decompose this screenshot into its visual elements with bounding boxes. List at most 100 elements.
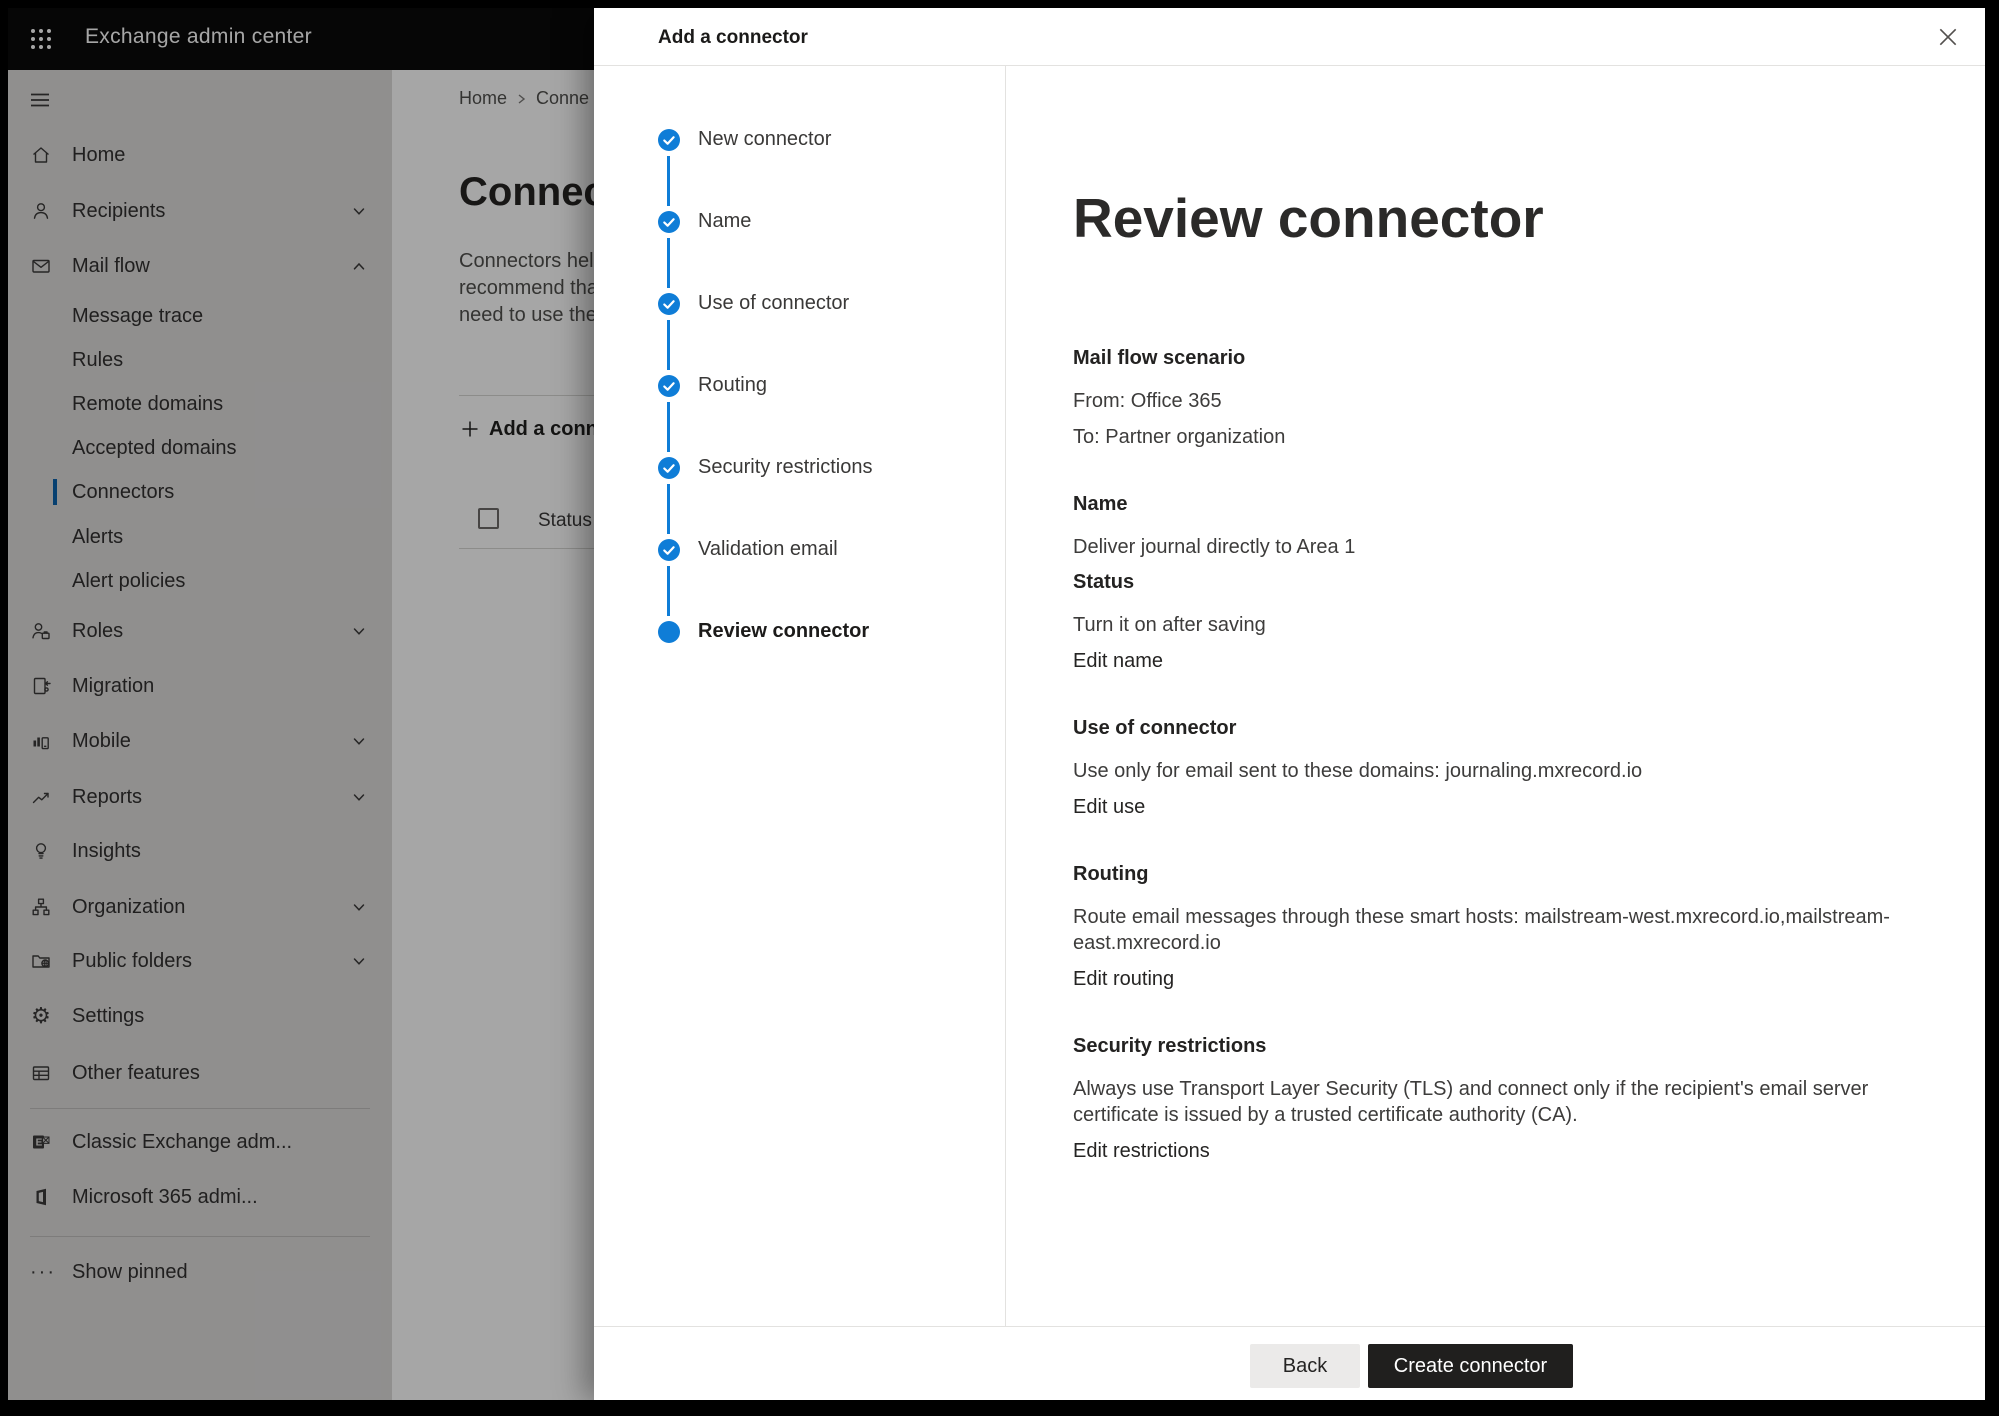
routing-line: Route email messages through these smart…: [1073, 904, 1903, 930]
breadcrumb-current-link[interactable]: Conne: [536, 88, 589, 109]
sidebar-item-alerts[interactable]: Alerts: [8, 519, 392, 555]
wizard-step-name[interactable]: Name: [594, 211, 994, 233]
sidebar-item-settings[interactable]: ⚙ Settings: [8, 998, 392, 1034]
wizard-step-validation-email[interactable]: Validation email: [594, 539, 994, 561]
mobile-icon: [30, 730, 52, 752]
wizard-divider: [1005, 65, 1006, 1326]
page-intro: Connectors help recommend that need to u…: [459, 248, 605, 329]
sidebar-item-alert-policies[interactable]: Alert policies: [8, 563, 392, 599]
wizard-step-security-restrictions[interactable]: Security restrictions: [594, 457, 994, 479]
close-icon[interactable]: [1935, 24, 1961, 50]
intro-line: Connectors help: [459, 248, 605, 275]
sidebar-item-microsoft-365-admin[interactable]: Microsoft 365 admi...: [8, 1179, 392, 1215]
sidebar-item-rules[interactable]: Rules: [8, 342, 392, 378]
step-connector-line: [667, 320, 670, 370]
section-use-of-connector: Use of connector Use only for email sent…: [1073, 716, 1903, 820]
sidebar-item-connectors[interactable]: Connectors: [8, 474, 392, 510]
chevron-down-icon: [352, 954, 366, 968]
lightbulb-icon: [30, 840, 52, 862]
sidebar-item-mail-flow[interactable]: Mail flow: [8, 248, 392, 284]
sidebar-item-recipients[interactable]: Recipients: [8, 193, 392, 229]
edit-name-link[interactable]: Edit name: [1073, 648, 1903, 674]
wizard-step-review-connector[interactable]: Review connector: [594, 621, 994, 643]
routing-value: Route email messages through these smart…: [1073, 904, 1903, 956]
use-of-connector-value: Use only for email sent to these domains…: [1073, 758, 1903, 784]
sidebar-item-mobile[interactable]: Mobile: [8, 723, 392, 759]
sidebar-item-show-pinned[interactable]: ··· Show pinned: [8, 1254, 392, 1290]
connector-name-value: Deliver journal directly to Area 1: [1073, 534, 1903, 560]
step-connector-line: [667, 156, 670, 206]
section-heading: Status: [1073, 570, 1903, 594]
reports-icon: [30, 786, 52, 808]
add-connector-dialog: Add a connector New connector Name Use o…: [594, 8, 1985, 1400]
folder-globe-icon: [30, 950, 52, 972]
grid-table-icon: [30, 1062, 52, 1084]
wizard-step-new-connector[interactable]: New connector: [594, 129, 994, 151]
hamburger-menu-icon[interactable]: [28, 88, 52, 112]
sidebar-item-reports[interactable]: Reports: [8, 779, 392, 815]
section-heading: Use of connector: [1073, 716, 1903, 740]
person-icon: [30, 200, 52, 222]
sidebar-item-accepted-domains[interactable]: Accepted domains: [8, 430, 392, 466]
section-routing: Routing Route email messages through the…: [1073, 862, 1903, 992]
roles-icon: [30, 620, 52, 642]
select-all-checkbox[interactable]: [478, 508, 499, 529]
step-complete-icon: [658, 375, 680, 397]
mail-flow-from: From: Office 365: [1073, 388, 1903, 414]
mail-flow-to: To: Partner organization: [1073, 424, 1903, 450]
review-title: Review connector: [1073, 186, 1903, 250]
status-value: Turn it on after saving: [1073, 612, 1903, 638]
step-complete-icon: [658, 293, 680, 315]
chevron-down-icon: [352, 900, 366, 914]
add-connector-button[interactable]: Add a conn: [459, 414, 598, 444]
svg-text:E: E: [36, 1138, 43, 1149]
chevron-up-icon: [352, 259, 366, 273]
screen-frame: [0, 0, 8, 1416]
review-panel: Review connector Mail flow scenario From…: [1073, 186, 1903, 1206]
microsoft-365-icon: [30, 1186, 52, 1208]
chevron-down-icon: [352, 790, 366, 804]
sidebar-item-organization[interactable]: Organization: [8, 889, 392, 925]
wizard-step-use-of-connector[interactable]: Use of connector: [594, 293, 994, 315]
security-line: certificate is issued by a trusted certi…: [1073, 1102, 1903, 1128]
section-status: Status Turn it on after saving Edit name: [1073, 570, 1903, 674]
back-button[interactable]: Back: [1250, 1344, 1360, 1388]
sidebar-item-public-folders[interactable]: Public folders: [8, 943, 392, 979]
intro-line: recommend that: [459, 275, 605, 302]
create-connector-button[interactable]: Create connector: [1368, 1344, 1573, 1388]
app-launcher-icon[interactable]: [28, 26, 54, 52]
breadcrumb: Home Conne: [459, 88, 589, 109]
edit-use-link[interactable]: Edit use: [1073, 794, 1903, 820]
sidebar-divider: [30, 1108, 370, 1109]
sidebar-item-roles[interactable]: Roles: [8, 613, 392, 649]
step-complete-icon: [658, 539, 680, 561]
intro-line: need to use ther: [459, 302, 605, 329]
section-security-restrictions: Security restrictions Always use Transpo…: [1073, 1034, 1903, 1164]
section-heading: Mail flow scenario: [1073, 346, 1903, 370]
wizard-step-routing[interactable]: Routing: [594, 375, 994, 397]
sidebar-item-message-trace[interactable]: Message trace: [8, 298, 392, 334]
ellipsis-icon: ···: [30, 1261, 52, 1283]
sidebar-item-other-features[interactable]: Other features: [8, 1055, 392, 1091]
org-chart-icon: [30, 896, 52, 918]
dialog-header-divider: [594, 65, 1985, 66]
routing-line: east.mxrecord.io: [1073, 930, 1903, 956]
section-heading: Name: [1073, 492, 1903, 516]
step-connector-line: [667, 238, 670, 288]
step-complete-icon: [658, 457, 680, 479]
edit-routing-link[interactable]: Edit routing: [1073, 966, 1903, 992]
chevron-down-icon: [352, 204, 366, 218]
edit-restrictions-link[interactable]: Edit restrictions: [1073, 1138, 1903, 1164]
left-nav: Home Recipients Mail flow Message trace …: [8, 70, 392, 1400]
sidebar-item-home[interactable]: Home: [8, 137, 392, 173]
security-restrictions-value: Always use Transport Layer Security (TLS…: [1073, 1076, 1903, 1128]
breadcrumb-home-link[interactable]: Home: [459, 88, 507, 109]
sidebar-item-insights[interactable]: Insights: [8, 833, 392, 869]
section-name: Name Deliver journal directly to Area 1: [1073, 492, 1903, 560]
status-column-header: Status: [538, 510, 592, 532]
sidebar-item-migration[interactable]: Migration: [8, 668, 392, 704]
step-complete-icon: [658, 211, 680, 233]
sidebar-item-classic-exchange-admin[interactable]: E Classic Exchange adm...: [8, 1124, 392, 1160]
sidebar-item-remote-domains[interactable]: Remote domains: [8, 386, 392, 422]
screen-frame: [0, 0, 1999, 8]
